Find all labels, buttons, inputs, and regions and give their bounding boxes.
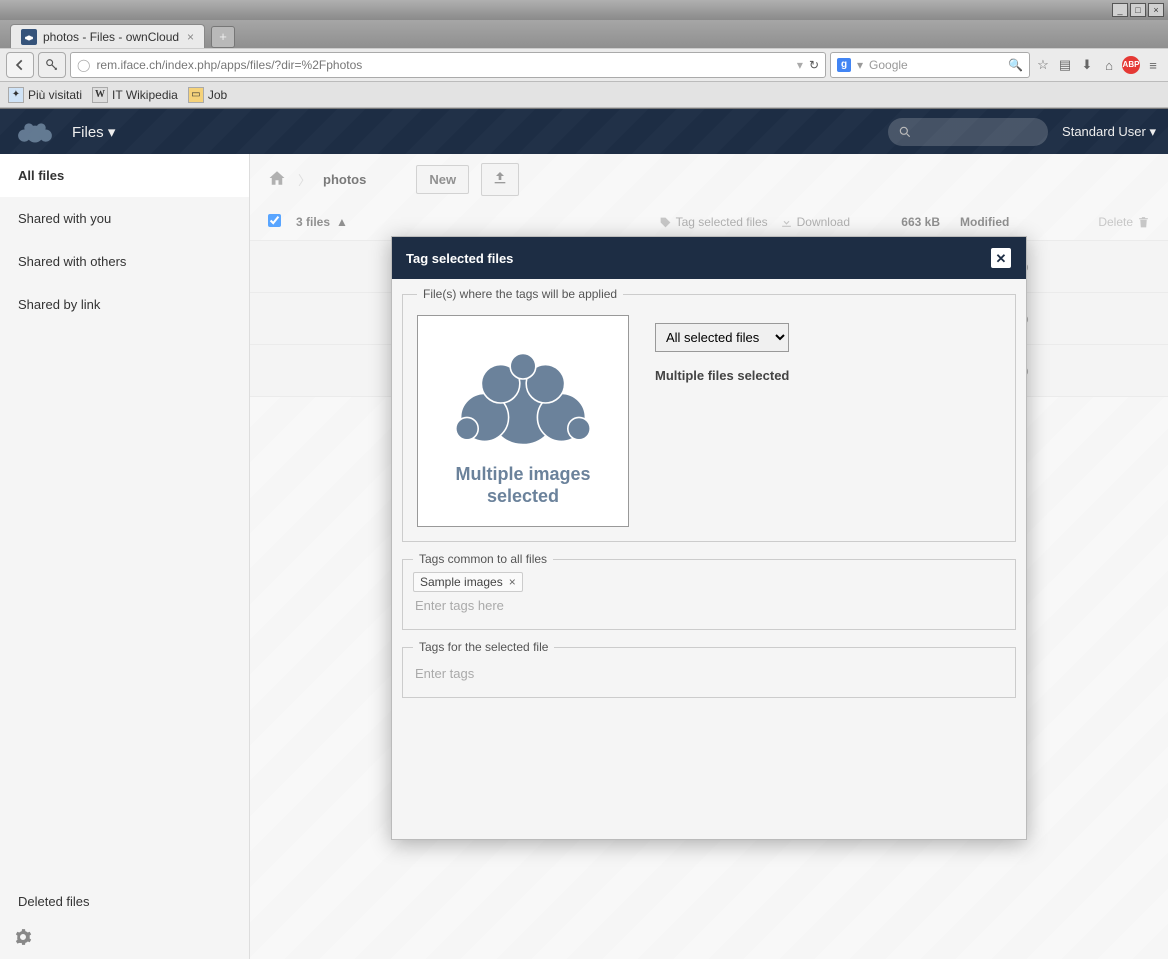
fieldset-common-legend: Tags common to all files <box>413 552 553 566</box>
tab-favicon-icon <box>21 29 37 45</box>
url-text: rem.iface.ch/index.php/apps/files/?dir=%… <box>96 58 790 72</box>
modal-title-text: Tag selected files <box>406 251 513 266</box>
adblock-icon[interactable]: ABP <box>1122 56 1140 74</box>
sidebar-item-label: Shared with you <box>18 211 111 226</box>
keepass-button[interactable] <box>38 52 66 78</box>
sidebar-item-label: Shared with others <box>18 254 126 269</box>
tag-chip-label: Sample images <box>420 575 503 589</box>
fieldset-files-legend: File(s) where the tags will be applied <box>417 287 623 301</box>
tag-chip[interactable]: Sample images × <box>413 572 523 592</box>
thumb-label-line2: selected <box>487 486 559 506</box>
modal-close-button[interactable]: ✕ <box>990 247 1012 269</box>
owncloud-logo-icon[interactable] <box>12 117 58 148</box>
search-icon[interactable]: 🔍 <box>1008 58 1023 72</box>
search-icon <box>898 125 912 139</box>
sidebar-item-deleted-files[interactable]: Deleted files <box>0 880 249 923</box>
browser-search-placeholder: Google <box>869 58 1002 72</box>
library-icon[interactable]: ▤ <box>1056 57 1074 73</box>
window-minimize-button[interactable]: _ <box>1112 3 1128 17</box>
sidebar-item-label: Deleted files <box>18 894 90 909</box>
bookmark-label: Job <box>208 88 227 102</box>
folder-icon: ▭ <box>188 87 204 103</box>
globe-icon: ◯ <box>77 58 90 72</box>
bookmark-wikipedia[interactable]: W IT Wikipedia <box>92 87 178 103</box>
multiple-files-label: Multiple files selected <box>655 368 789 383</box>
browser-tab-title: photos - Files - ownCloud <box>43 30 179 44</box>
bookmark-star-icon[interactable]: ☆ <box>1034 57 1052 73</box>
sidebar-item-shared-with-others[interactable]: Shared with others <box>0 240 249 283</box>
downloads-icon[interactable]: ⬇ <box>1078 57 1096 73</box>
sidebar-item-all-files[interactable]: All files <box>0 154 249 197</box>
file-thumbnail: Multiple images selected <box>417 315 629 527</box>
wikipedia-icon: W <box>92 87 108 103</box>
new-tab-button[interactable]: + <box>211 26 235 48</box>
google-icon: g <box>837 58 851 72</box>
url-bar[interactable]: ◯ rem.iface.ch/index.php/apps/files/?dir… <box>70 52 826 78</box>
file-select-dropdown[interactable]: All selected files <box>655 323 789 352</box>
menu-icon[interactable]: ≡ <box>1144 58 1162 73</box>
window-close-button[interactable]: × <box>1148 3 1164 17</box>
reload-icon[interactable]: ↻ <box>809 58 819 72</box>
tag-files-modal: Tag selected files ✕ File(s) where the t… <box>391 236 1027 840</box>
tab-close-icon[interactable]: × <box>187 30 194 44</box>
window-maximize-button[interactable]: □ <box>1130 3 1146 17</box>
user-menu[interactable]: Standard User ▾ <box>1062 124 1156 140</box>
fieldset-single-legend: Tags for the selected file <box>413 640 554 654</box>
tag-remove-icon[interactable]: × <box>509 575 516 589</box>
single-tags-input[interactable] <box>413 660 1005 687</box>
back-button[interactable] <box>6 52 34 78</box>
owncloud-search-box[interactable] <box>888 118 1048 146</box>
home-icon[interactable]: ⌂ <box>1100 58 1118 73</box>
bookmark-job[interactable]: ▭ Job <box>188 87 227 103</box>
common-tags-input[interactable] <box>413 592 1005 619</box>
sidebar-item-label: All files <box>18 168 64 183</box>
arrow-left-icon <box>13 58 27 72</box>
thumb-label-line1: Multiple images <box>455 464 590 484</box>
bookmark-icon: ✦ <box>8 87 24 103</box>
window-title-bar: _ □ × <box>0 0 1168 20</box>
dropdown-icon[interactable]: ▾ <box>797 58 803 72</box>
gear-icon <box>14 928 32 946</box>
sidebar-item-shared-by-link[interactable]: Shared by link <box>0 283 249 326</box>
settings-button[interactable] <box>14 928 32 949</box>
bookmark-label: Più visitati <box>28 88 82 102</box>
browser-search-box[interactable]: g ▾ Google 🔍 <box>830 52 1030 78</box>
app-switcher[interactable]: Files ▾ <box>72 123 115 141</box>
sidebar-item-shared-with-you[interactable]: Shared with you <box>0 197 249 240</box>
bookmark-label: IT Wikipedia <box>112 88 178 102</box>
browser-tab[interactable]: photos - Files - ownCloud × <box>10 24 205 48</box>
bookmark-most-visited[interactable]: ✦ Più visitati <box>8 87 82 103</box>
sidebar-item-label: Shared by link <box>18 297 100 312</box>
owncloud-cloud-icon <box>443 335 603 455</box>
key-icon <box>45 58 59 72</box>
